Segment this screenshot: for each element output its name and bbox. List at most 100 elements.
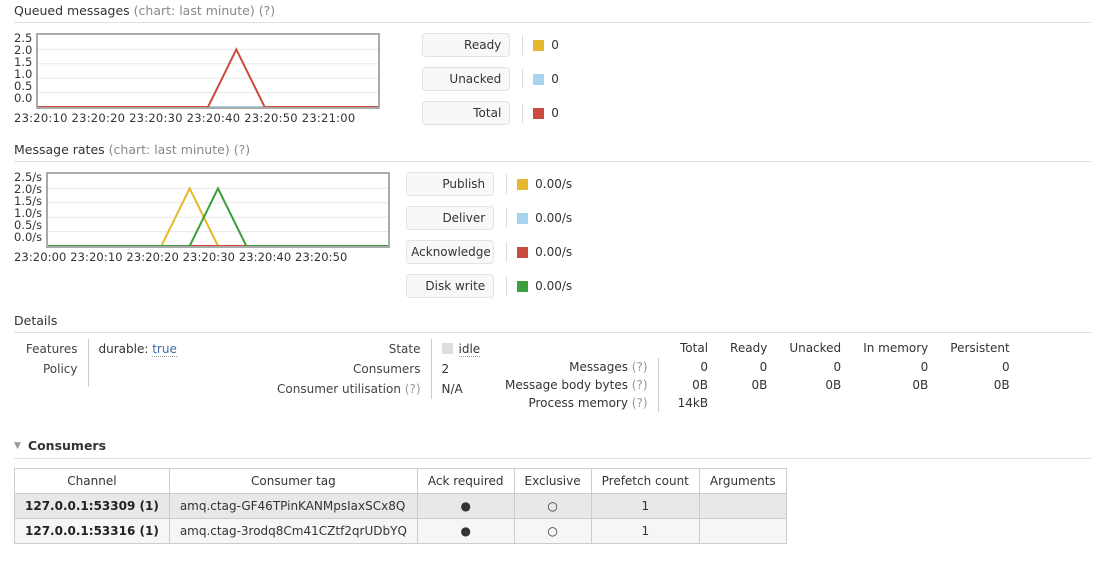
details-body: Features durable: true Policy State idle (14, 333, 1091, 412)
legend-swatch-icon (517, 280, 529, 292)
stats-help-icon[interactable]: (?) (632, 378, 648, 392)
consumer-tag: amq.ctag-GF46TPinKANMpsIaxSCx8Q (168, 493, 418, 519)
queued-messages-chart-block: 2.5 2.0 1.5 1.0 0.5 0.0 23:20:10 23:20:20 23:… (14, 23, 1091, 125)
message-rates-help-icon[interactable]: (?) (234, 142, 250, 157)
message-rates-subtitle: (chart: last minute) (108, 142, 230, 157)
stats-cell: 0B (912, 378, 929, 392)
legend-value: 0 (551, 106, 559, 120)
consumers-section-title: Consumers (27, 438, 107, 453)
legend-swatch-icon (517, 212, 529, 224)
exclusive-indicator: ○ (513, 518, 592, 544)
queued-messages-subtitle: (chart: last minute) (133, 3, 255, 18)
queued-toggle-unacked[interactable]: Unacked (422, 67, 511, 91)
features-key: durable: (98, 342, 149, 356)
stats-help-icon[interactable]: (?) (632, 360, 648, 374)
stats-help-icon[interactable]: (?) (632, 396, 648, 410)
consumers-section-heading[interactable]: ▼ Consumers (14, 434, 1091, 459)
stats-row: Process memory (?) 14kB (505, 394, 1010, 412)
legend-value: 0.00/s (535, 279, 573, 293)
features-row: Features durable: true (14, 339, 248, 359)
stats-col-total: Total (680, 341, 709, 355)
consumers-col-prefetch-count[interactable]: Prefetch count (590, 468, 700, 494)
stats-corner (505, 339, 658, 358)
details-features-table: Features durable: true Policy (14, 339, 248, 387)
consumer-utilisation-value: N/A (430, 379, 501, 399)
rates-toggle-publish[interactable]: Publish (406, 172, 495, 196)
ack-required-indicator: ● (416, 518, 515, 544)
legend-row-publish: Publish 0.00/s (406, 172, 572, 196)
consumers-col-channel[interactable]: Channel (14, 468, 170, 494)
consumers-col-arguments[interactable]: Arguments (698, 468, 787, 494)
triangle-down-icon[interactable]: ▼ (14, 441, 21, 451)
legend-divider (506, 276, 508, 296)
details-state-table: State idle Consumers 2 Consumer utilisat… (256, 339, 501, 399)
legend-value: 0.00/s (535, 211, 573, 225)
consumer-channel[interactable]: 127.0.0.1:53316 (1) (14, 518, 170, 544)
stats-cell: 0 (1002, 360, 1010, 374)
consumer-arguments (698, 493, 787, 519)
policy-row: Policy (14, 359, 248, 379)
table-row: 127.0.0.1:53316 (1) amq.ctag-3rodq8Cm41CZ… (14, 518, 787, 544)
queued-messages-help-icon[interactable]: (?) (259, 3, 275, 18)
y-tick: 0.0 (14, 91, 33, 105)
consumer-tag: amq.ctag-3rodq8Cm41CZtf2qrUDbYQ (168, 518, 418, 544)
consumer-channel[interactable]: 127.0.0.1:53309 (1) (14, 493, 170, 519)
consumers-col-consumer-tag[interactable]: Consumer tag (168, 468, 418, 494)
consumer-utilisation-help-icon[interactable]: (?) (405, 382, 421, 396)
legend-value: 0.00/s (535, 245, 573, 259)
legend-row-total: Total 0 (422, 101, 559, 125)
legend-value: 0.00/s (535, 177, 573, 191)
queued-messages-title: Queued messages (14, 3, 130, 18)
stats-cell: 0 (920, 360, 929, 374)
legend-swatch-icon (533, 39, 545, 51)
message-rates-chart-block: 2.5/s 2.0/s 1.5/s 1.0/s 0.5/s 0.0/s 23:20:00 … (14, 162, 1091, 298)
stats-cell: 14kB (657, 394, 709, 412)
legend-row-acknowledge: Acknowledge 0.00/s (406, 240, 572, 264)
consumers-col-exclusive[interactable]: Exclusive (513, 468, 592, 494)
stats-cell: 0B (751, 378, 768, 392)
consumers-header-row: Channel Consumer tag Ack required Exclusive… (14, 468, 787, 494)
policy-label: Policy (42, 362, 78, 376)
legend-row-disk-write: Disk write 0.00/s (406, 274, 572, 298)
rates-toggle-acknowledge[interactable]: Acknowledge (406, 240, 495, 264)
y-tick: 0.0/s (14, 230, 43, 244)
state-swatch-icon (441, 343, 453, 354)
state-value[interactable]: idle (458, 342, 481, 357)
prefetch-count: 1 (590, 493, 700, 519)
stats-row: Message body bytes (?) 0B 0B 0B 0B 0B (505, 376, 1010, 394)
stats-cell: 0B (657, 376, 709, 394)
stats-row: Messages (?) 0 0 0 0 0 (505, 358, 1010, 376)
stats-col-unacked: Unacked (789, 341, 842, 355)
legend-swatch-icon (517, 246, 529, 258)
prefetch-count: 1 (590, 518, 700, 544)
message-rates-plot (46, 172, 391, 248)
details-heading: Details (14, 310, 1091, 333)
legend-divider (522, 69, 524, 89)
consumers-col-ack-required[interactable]: Ack required (416, 468, 515, 494)
stats-header-row: Total Ready Unacked In memory Persistent (505, 339, 1010, 358)
queued-messages-legend: Ready 0 Unacked 0 Total 0 (422, 33, 559, 125)
stats-cell (708, 394, 767, 412)
message-rates-legend: Publish 0.00/s Deliver 0.00/s Acknowledge 0.0… (406, 172, 572, 298)
policy-spacer-row (14, 379, 248, 387)
stats-col-in-memory: In memory (863, 341, 929, 355)
queued-toggle-ready[interactable]: Ready (422, 33, 511, 57)
queued-toggle-total[interactable]: Total (422, 101, 511, 125)
legend-swatch-icon (517, 178, 529, 190)
features-value-cell: durable: true (87, 339, 248, 359)
legend-swatch-icon (533, 107, 545, 119)
features-value[interactable]: true (152, 342, 177, 357)
legend-row-ready: Ready 0 (422, 33, 559, 57)
rates-toggle-disk-write[interactable]: Disk write (406, 274, 495, 298)
queue-detail-page: Queued messages (chart: last minute) (?)… (0, 0, 1105, 586)
policy-value (87, 359, 248, 379)
stats-row-label: Message body bytes (?) (505, 378, 648, 392)
legend-divider (522, 35, 524, 55)
stats-row-label: Process memory (?) (528, 396, 648, 410)
consumer-utilisation-label-cell: Consumer utilisation (?) (256, 379, 431, 399)
legend-swatch-icon (533, 73, 545, 85)
queued-messages-x-axis: 23:20:10 23:20:20 23:20:30 23:20:40 23:2… (14, 111, 356, 125)
legend-divider (506, 174, 508, 194)
stats-row-label: Messages (?) (569, 360, 648, 374)
rates-toggle-deliver[interactable]: Deliver (406, 206, 495, 230)
